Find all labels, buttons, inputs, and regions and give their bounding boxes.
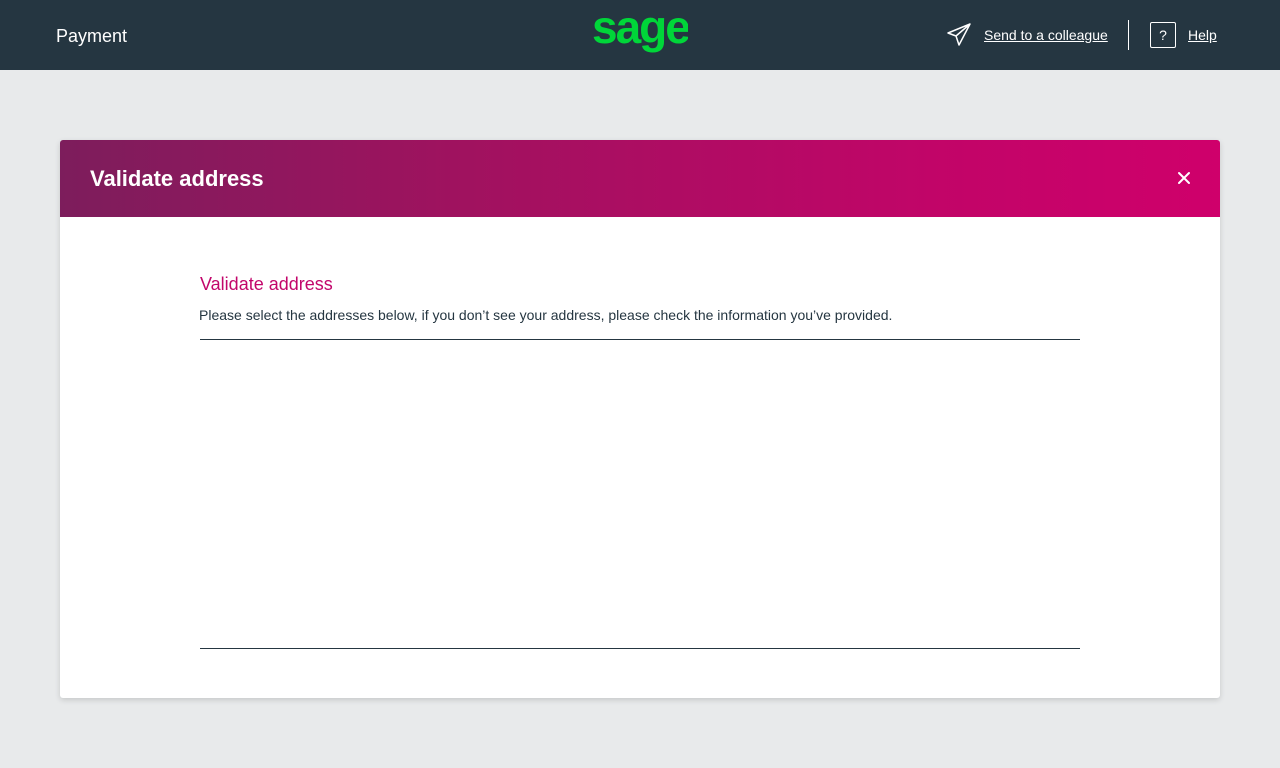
close-button[interactable] — [1170, 164, 1198, 192]
close-icon — [1178, 172, 1190, 184]
top-navigation-bar: Payment sage Send to a colleague ? Help — [0, 0, 1280, 70]
dialog-header: Validate address — [60, 140, 1220, 217]
address-list[interactable] — [200, 339, 1080, 649]
validate-address-dialog: Validate address Validate address Please… — [60, 140, 1220, 698]
send-to-colleague-link[interactable]: Send to a colleague — [946, 20, 1108, 50]
paper-plane-icon — [947, 23, 971, 46]
question-icon: ? — [1150, 22, 1176, 48]
sage-logo: sage — [592, 11, 688, 61]
header-divider — [1128, 20, 1129, 50]
send-to-colleague-label: Send to a colleague — [984, 27, 1108, 43]
section-title: Validate address — [200, 274, 333, 294]
help-link[interactable]: ? Help — [1150, 21, 1217, 49]
sage-logo-text: sage — [592, 11, 688, 53]
dialog-title: Validate address — [90, 166, 264, 191]
page-title: Payment — [56, 26, 128, 46]
help-label: Help — [1188, 27, 1217, 43]
section-description: Please select the addresses below, if yo… — [199, 307, 893, 323]
